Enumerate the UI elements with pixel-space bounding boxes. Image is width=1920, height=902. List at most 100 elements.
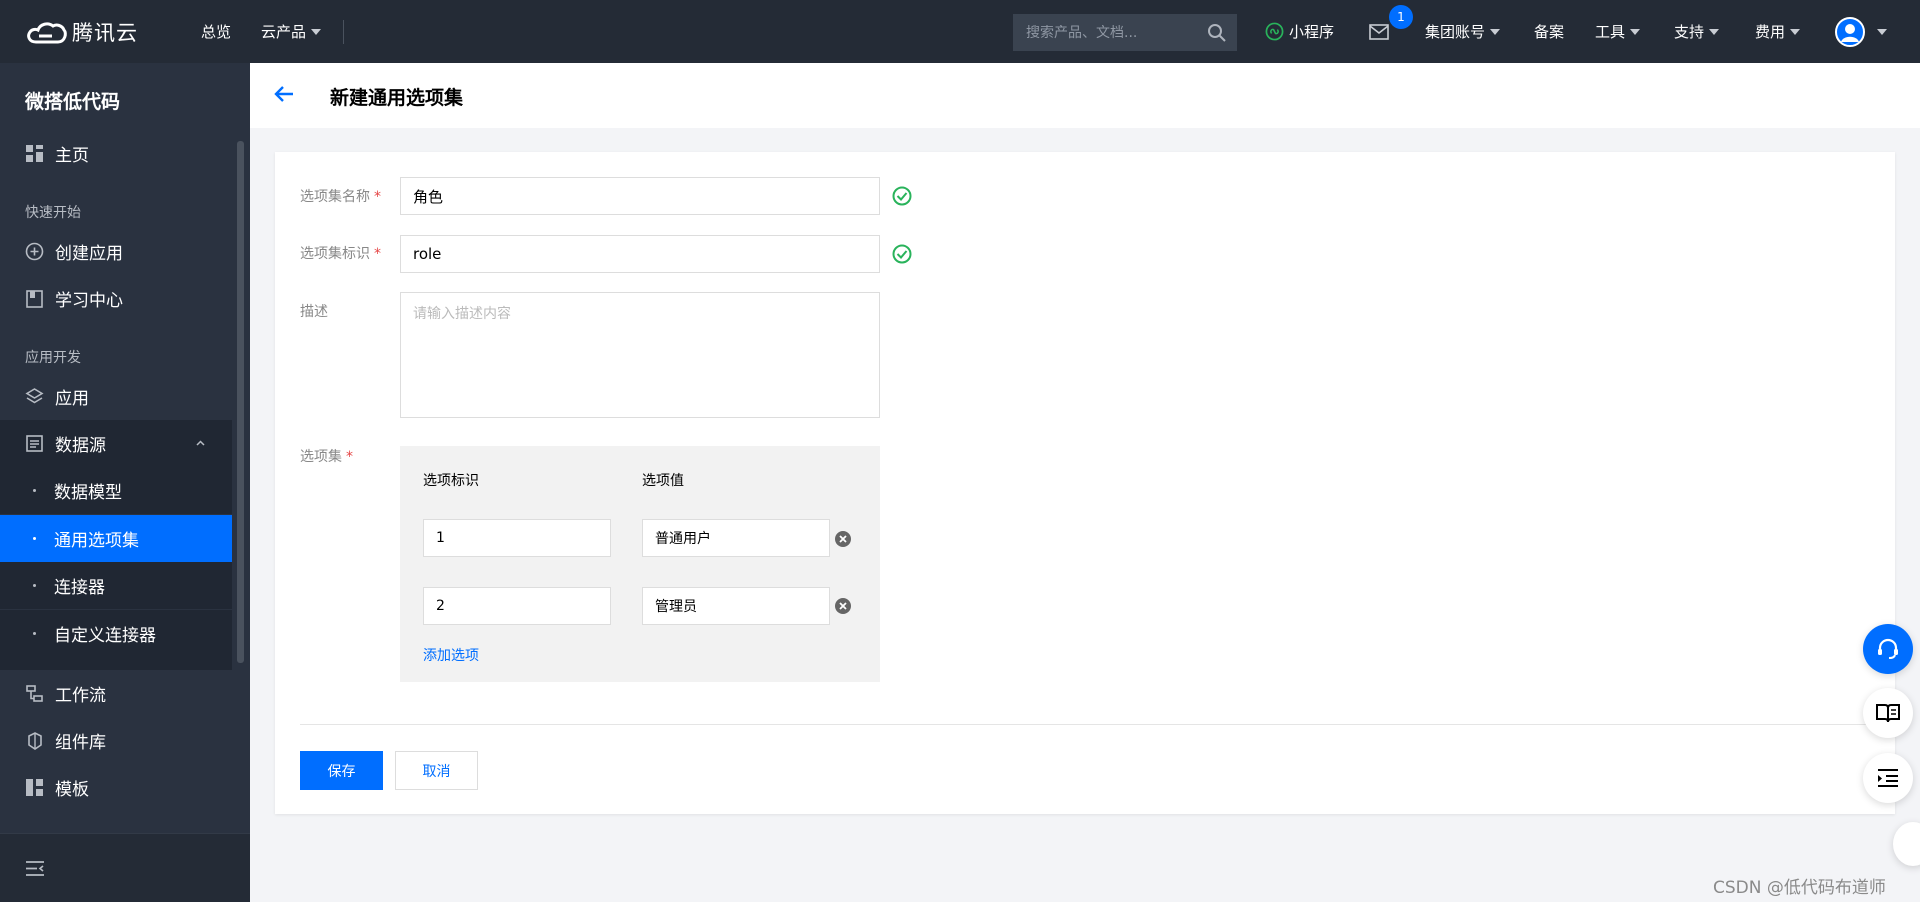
option-key-input[interactable] [423,587,611,625]
billing-label: 费用 [1755,23,1786,41]
bullet-icon [33,489,36,492]
bullet-icon [33,537,36,540]
sidebar-item-label: 主页 [55,146,89,166]
caret-down-icon [1709,28,1720,35]
form-card: 选项集名称* 选项集标识* 描述 选项集* 选项标识 选项值 添加选项 保存 取… [275,152,1895,814]
book-icon [25,289,44,308]
remove-circle-icon[interactable] [834,530,852,548]
billing-menu[interactable]: 费用 [1755,0,1801,63]
sidebar-item-components[interactable]: 组件库 [0,717,232,764]
caret-down-icon [1630,28,1641,35]
sidebar-item-label: 学习中心 [55,291,123,311]
miniprogram-link[interactable]: 小程序 [1265,0,1334,63]
brand-logo[interactable]: 腾讯云 [24,16,156,48]
cancel-button[interactable]: 取消 [395,751,478,790]
sidebar-item-label: 组件库 [55,733,106,753]
headset-icon [1878,638,1898,659]
caret-down-icon [1490,28,1501,35]
chevron-up-icon [196,440,205,446]
name-label: 选项集名称 * [300,186,381,206]
description-textarea[interactable] [400,292,880,418]
search-input[interactable] [1026,24,1206,41]
id-label-text: 选项集标识 [300,246,370,262]
miniprogram-icon [1265,22,1284,41]
indent-list-icon [1878,769,1898,787]
sidebar-item-learning[interactable]: 学习中心 [0,275,232,322]
sidebar: 微搭低代码 主页 快速开始 创建应用 学习中心 应用开发 应用 数据源 数据模型… [0,63,250,902]
nav-cloud-products[interactable]: 云产品 [261,21,322,42]
docs-button[interactable] [1863,688,1913,738]
options-label: 选项集 * [300,446,353,466]
sidebar-item-app[interactable]: 应用 [0,373,232,420]
id-label: 选项集标识 * [300,243,381,263]
sidebar-subitem-label: 连接器 [54,578,105,598]
sidebar-subitem-option-sets[interactable]: 通用选项集 [0,515,232,562]
sidebar-scrollbar[interactable] [237,141,244,663]
caret-down-icon [1790,28,1801,35]
sidebar-subitem-data-model[interactable]: 数据模型 [0,467,232,514]
back-arrow-icon[interactable] [274,85,294,103]
account-label: 集团账号 [1425,23,1486,41]
floating-widget[interactable] [1893,822,1920,866]
option-set-id-input[interactable] [400,235,880,273]
required-mark: * [374,189,381,205]
option-key-input[interactable] [423,519,611,557]
sidebar-item-home[interactable]: 主页 [0,130,232,177]
sidebar-subitem-connectors[interactable]: 连接器 [0,562,232,609]
bullet-icon [33,584,36,587]
sidebar-footer [0,833,250,902]
tools-label: 工具 [1595,23,1626,41]
page-title: 新建通用选项集 [330,87,464,109]
customer-service-button[interactable] [1863,624,1913,674]
template-icon [25,778,44,797]
sidebar-subitem-label: 数据模型 [54,483,122,503]
message-button[interactable]: 1 [1369,0,1413,63]
account-menu[interactable]: 集团账号 [1425,0,1501,63]
sidebar-subitem-label: 通用选项集 [54,531,139,551]
tools-menu[interactable]: 工具 [1595,0,1641,63]
add-option-link[interactable]: 添加选项 [423,645,479,665]
database-icon [25,434,44,453]
name-label-text: 选项集名称 [300,189,370,205]
sidebar-subitem-custom-connectors[interactable]: 自定义连接器 [0,610,232,670]
sidebar-item-datasource[interactable]: 数据源 [0,420,232,467]
search-icon[interactable] [1207,23,1227,43]
components-icon [25,731,44,750]
save-button[interactable]: 保存 [300,751,383,790]
sidebar-item-workflow[interactable]: 工作流 [0,670,232,717]
filing-link[interactable]: 备案 [1534,0,1564,63]
required-mark: * [374,246,381,262]
sidebar-item-templates[interactable]: 模板 [0,764,232,811]
nav-cloud-products-label: 云产品 [261,23,307,41]
sidebar-section-appdev: 应用开发 [25,350,81,366]
nav-divider [343,19,345,44]
column-header-value: 选项值 [642,473,684,489]
sidebar-subitem-label: 自定义连接器 [54,626,156,646]
options-editor: 选项标识 选项值 添加选项 [400,446,880,682]
sidebar-item-label: 工作流 [55,686,106,706]
sidebar-item-label: 数据源 [55,436,106,456]
option-value-input[interactable] [642,587,830,625]
watermark: CSDN @低代码布道师 [1713,878,1886,898]
divider [300,724,1895,725]
sidebar-section-quickstart: 快速开始 [25,205,81,221]
check-circle-icon [892,244,912,264]
sidebar-item-label: 模板 [55,780,89,800]
remove-circle-icon[interactable] [834,597,852,615]
collapse-menu-icon[interactable] [25,860,45,877]
caret-down-icon [311,28,322,35]
grid-icon [25,144,44,163]
sidebar-item-create-app[interactable]: 创建应用 [0,228,232,275]
option-set-name-input[interactable] [400,177,880,215]
nav-overview[interactable]: 总览 [201,21,231,42]
sidebar-item-label: 创建应用 [55,244,123,264]
check-circle-icon [892,186,912,206]
page-header: 新建通用选项集 [250,63,1920,128]
support-menu[interactable]: 支持 [1674,0,1720,63]
outline-button[interactable] [1863,753,1913,803]
plus-circle-icon [25,242,44,261]
avatar [1835,16,1865,47]
miniprogram-label: 小程序 [1289,23,1335,41]
user-menu[interactable] [1835,0,1887,63]
option-value-input[interactable] [642,519,830,557]
